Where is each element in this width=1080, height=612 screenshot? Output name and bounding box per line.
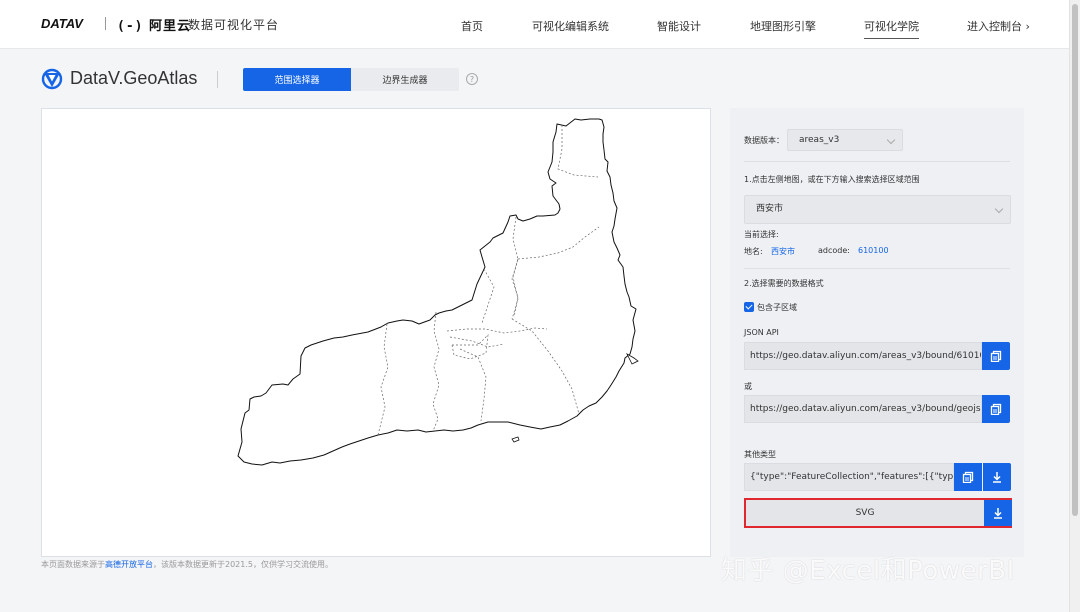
datav-logo[interactable]: DATAV (41, 15, 97, 31)
json-api-url-field[interactable]: https://geo.datav.aliyun.com/areas_v3/bo… (744, 342, 982, 370)
scrollbar-thumb[interactable] (1072, 4, 1078, 516)
area-search-select[interactable]: 西安市 (744, 195, 1011, 224)
footnote-suffix: ，该版本数据更新于2021.5，仅供学习交流使用。 (153, 560, 333, 569)
download-svg-button[interactable] (984, 500, 1012, 526)
page: DATAV (-) 阿里云 数据可视化平台 首页 可视化编辑系统 智能设计 地理… (0, 0, 1080, 612)
map-canvas[interactable] (42, 109, 710, 556)
step1-instruction: 1.点击左侧地图，或在下方输入搜索选择区域范围 (744, 175, 920, 184)
copy-icon (962, 471, 974, 483)
divider (744, 161, 1010, 162)
other-types-field[interactable]: {"type":"FeatureCollection","features":[… (744, 463, 954, 491)
city-outline[interactable] (237, 118, 637, 466)
json-api-label: JSON API (744, 328, 779, 337)
nav-item-editor[interactable]: 可视化编辑系统 (532, 18, 609, 34)
copy-icon (990, 403, 1002, 415)
aliyun-logo-mark: (-) (117, 19, 144, 34)
data-version-select[interactable]: areas_v3 (787, 129, 903, 151)
download-icon (994, 508, 1002, 519)
copy-other-button[interactable] (954, 463, 982, 491)
copy-geojson-button[interactable] (982, 395, 1010, 423)
top-navigation: DATAV (-) 阿里云 数据可视化平台 首页 可视化编辑系统 智能设计 地理… (0, 0, 1069, 49)
include-subregion-checkbox[interactable] (744, 302, 754, 312)
footnote-prefix: 本页面数据来源于 (41, 560, 105, 569)
data-version-value: areas_v3 (799, 135, 840, 145)
download-icon (993, 472, 1001, 483)
datav-logo-text: DATAV (41, 16, 84, 31)
download-other-button[interactable] (983, 463, 1011, 491)
help-icon[interactable]: ? (466, 73, 478, 85)
product-title: DataV.GeoAtlas (70, 68, 198, 88)
include-subregion-label[interactable]: 包含子区域 (757, 302, 797, 313)
page-scrollbar[interactable] (1069, 0, 1080, 612)
divider (744, 268, 1010, 269)
nav-item-geo-engine[interactable]: 地理图形引擎 (750, 18, 816, 34)
amap-link[interactable]: 高德开放平台 (105, 560, 153, 569)
nav-item-home[interactable]: 首页 (461, 18, 483, 34)
geojson-url-field[interactable]: https://geo.datav.aliyun.com/areas_v3/bo… (744, 395, 982, 423)
other-types-label: 其他类型 (744, 450, 776, 459)
aliyun-logo-text: 阿里云 (149, 19, 192, 34)
place-name-value: 西安市 (771, 247, 795, 256)
tab-range-selector[interactable]: 范围选择器 (243, 68, 351, 91)
copy-icon (990, 350, 1002, 362)
tab-boundary-generator[interactable]: 边界生成器 (351, 68, 459, 91)
aliyun-logo[interactable]: (-) 阿里云 (117, 15, 191, 34)
zhihu-watermark: 知乎 @Excel和PowerBI (721, 556, 1015, 586)
copy-json-api-button[interactable] (982, 342, 1010, 370)
chevron-down-icon (994, 204, 1004, 214)
chevron-down-icon (886, 135, 896, 145)
step2-instruction: 2.选择需要的数据格式 (744, 279, 824, 288)
adcode-value: 610100 (858, 246, 889, 255)
svg-download-row: SVG (744, 498, 1012, 528)
title-divider (217, 71, 218, 88)
adcode-label: adcode: (818, 246, 850, 255)
or-label: 或 (744, 382, 752, 391)
geoatlas-logo-icon (41, 68, 63, 90)
nav-item-console[interactable]: 进入控制台 › (967, 18, 1030, 34)
logo-divider (105, 17, 106, 30)
east-tip-outline (626, 352, 639, 365)
data-version-label: 数据版本： (744, 136, 784, 145)
data-source-footnote: 本页面数据来源于高德开放平台，该版本数据更新于2021.5，仅供学习交流使用。 (41, 559, 333, 570)
platform-name: 数据可视化平台 (188, 18, 280, 32)
svg-button[interactable]: SVG (746, 500, 984, 526)
place-name-label: 地名: (744, 247, 763, 256)
nav-item-smart-design[interactable]: 智能设计 (657, 18, 701, 34)
nav-item-academy[interactable]: 可视化学院 (864, 18, 919, 39)
current-selection-label: 当前选择: (744, 230, 779, 239)
map-panel[interactable] (41, 108, 711, 557)
island-outline (511, 436, 520, 443)
area-select-value: 西安市 (756, 204, 784, 214)
